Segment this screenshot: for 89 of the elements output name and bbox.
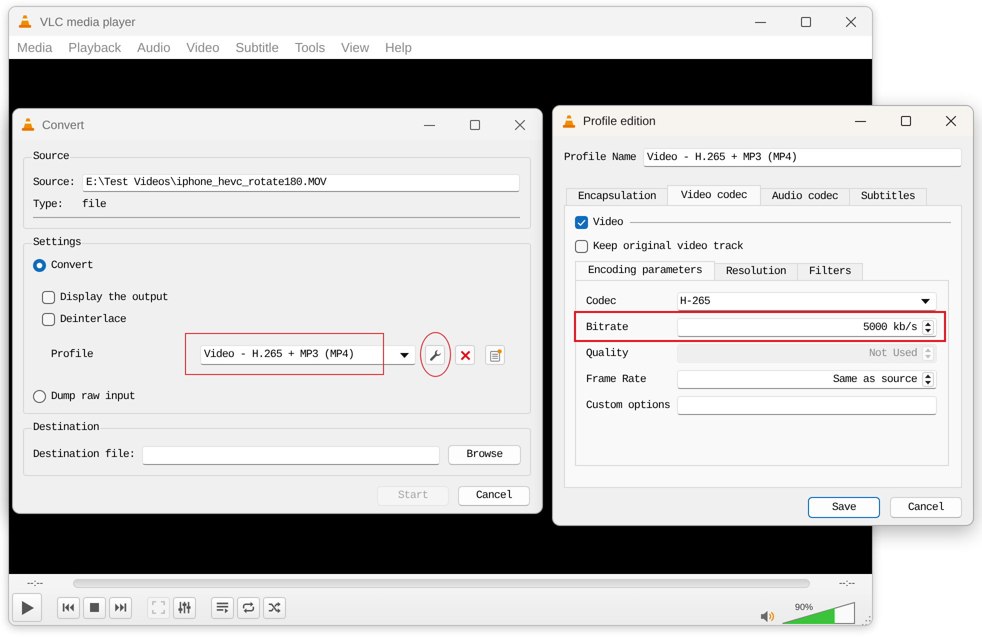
- destination-field[interactable]: [142, 446, 440, 464]
- field-label: Bitrate: [586, 322, 630, 334]
- elapsed-time: --:--: [26, 578, 44, 588]
- shuffle-icon: [268, 601, 281, 614]
- dialog-button[interactable]: Cancel: [458, 486, 530, 506]
- checkbox[interactable]: [575, 240, 588, 253]
- spin-arrows-icon: [922, 320, 934, 335]
- field-label: Codec: [586, 296, 618, 308]
- speaker-icon[interactable]: [760, 610, 775, 622]
- profile-name-label: Profile Name: [564, 152, 638, 164]
- window-title: Profile edition: [583, 114, 656, 128]
- sliders-button[interactable]: [173, 596, 196, 618]
- checkbox-label: Deinterlace: [60, 314, 126, 326]
- playlist-icon: [216, 601, 229, 614]
- type-label: Type:: [33, 199, 64, 211]
- dialog-button[interactable]: Save: [808, 497, 880, 518]
- tab[interactable]: Filters: [797, 263, 864, 280]
- text-field[interactable]: [677, 396, 937, 415]
- loop-button[interactable]: [237, 596, 260, 618]
- tab[interactable]: Encapsulation: [566, 188, 668, 205]
- destination-label: Destination file:: [33, 449, 136, 461]
- close-icon[interactable]: [515, 120, 525, 130]
- previous-button[interactable]: [57, 596, 80, 618]
- caret-icon: [921, 299, 930, 304]
- volume-slider[interactable]: [782, 602, 855, 624]
- spin-box[interactable]: 5000 kb/s: [677, 318, 937, 337]
- source-field[interactable]: E:\Test Videos\iphone_hevc_rotate180.MOV: [82, 174, 520, 192]
- radio-button[interactable]: [33, 259, 46, 272]
- play-icon: [19, 600, 35, 616]
- traffic-cone-icon: [18, 14, 32, 29]
- caret-icon: [400, 352, 409, 358]
- dropdown[interactable]: H-265: [677, 292, 937, 311]
- checkbox-label: Keep original video track: [593, 240, 744, 252]
- stop-button[interactable]: [83, 596, 106, 618]
- profile-name-field[interactable]: Video - H.265 + MP3 (MP4): [643, 148, 962, 167]
- radio-label: Dump raw input: [51, 390, 136, 402]
- profile-label: Profile: [51, 349, 94, 361]
- field-label: Custom options: [586, 400, 672, 412]
- source-label: Source:: [33, 177, 76, 189]
- traffic-cone-icon: [21, 117, 35, 132]
- maximize-icon[interactable]: [901, 116, 911, 126]
- spin-arrows-icon: [922, 372, 934, 387]
- field-label: Quality: [586, 348, 630, 360]
- sliders-icon: [178, 601, 191, 614]
- checkbox[interactable]: [575, 216, 588, 229]
- maximize-icon[interactable]: [470, 120, 480, 130]
- profile-dropdown[interactable]: Video - H.265 + MP3 (MP4): [200, 345, 416, 365]
- window-title: Convert: [42, 118, 84, 132]
- radio-label: Convert: [51, 260, 94, 272]
- group-heading: Source: [32, 151, 70, 163]
- play-button[interactable]: [12, 593, 42, 622]
- radio-button[interactable]: [33, 390, 46, 403]
- traffic-cone-icon: [562, 114, 576, 128]
- window-title: VLC media player: [40, 14, 136, 28]
- spin-arrows-icon: [922, 346, 934, 361]
- group-heading: Settings: [32, 237, 82, 249]
- tab[interactable]: Encoding parameters: [575, 261, 716, 280]
- edit-profile-button[interactable]: [425, 345, 445, 365]
- next-button[interactable]: [109, 596, 132, 618]
- previous-icon: [62, 601, 75, 614]
- new-profile-button[interactable]: [485, 345, 505, 365]
- checkbox[interactable]: [42, 291, 55, 304]
- stop-icon: [88, 601, 101, 614]
- wrench-icon: [428, 348, 442, 362]
- checkbox-label: Video: [593, 216, 624, 228]
- total-time: --:--: [838, 578, 856, 588]
- spin-box[interactable]: Same as source: [677, 370, 937, 389]
- tab[interactable]: Subtitles: [849, 188, 928, 205]
- volume-reading: 90%: [795, 602, 814, 612]
- shuffle-button[interactable]: [263, 596, 286, 618]
- tab[interactable]: Video codec: [667, 185, 762, 205]
- playlist-button[interactable]: [211, 596, 234, 618]
- document-icon: [488, 348, 502, 362]
- cross-icon: [458, 348, 472, 362]
- field-label: Frame Rate: [586, 374, 648, 386]
- checkbox-label: Display the output: [60, 292, 168, 304]
- next-icon: [114, 601, 127, 614]
- loop-icon: [242, 601, 255, 614]
- fullscreen-icon: [152, 601, 165, 614]
- type-value: file: [82, 199, 106, 211]
- browse-button[interactable]: Browse: [448, 445, 521, 465]
- close-icon[interactable]: [946, 116, 956, 126]
- delete-profile-button[interactable]: [455, 345, 475, 365]
- close-icon[interactable]: [846, 16, 856, 26]
- tab[interactable]: Resolution: [714, 263, 798, 280]
- dialog-button[interactable]: Cancel: [890, 497, 962, 518]
- checkbox[interactable]: [42, 313, 55, 326]
- group-heading: Destination: [32, 422, 100, 434]
- maximize-icon[interactable]: [801, 16, 811, 26]
